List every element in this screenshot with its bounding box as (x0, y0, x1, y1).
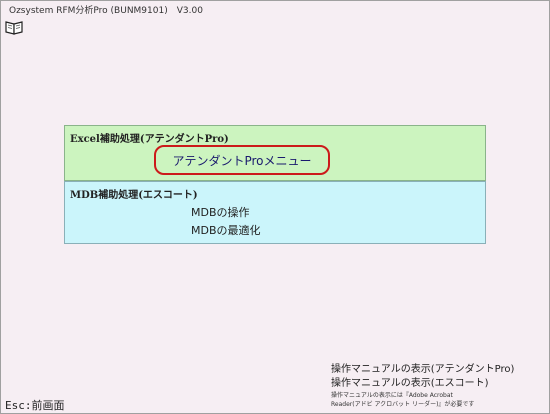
excel-helper-panel: Excel補助処理(アテンダントPro) アテンダントProメニュー (64, 125, 486, 181)
window-title: Ozsystem RFM分析Pro (BUNM9101) V3.00 (9, 6, 203, 16)
mdb-operation-button[interactable]: MDBの操作 (191, 204, 250, 220)
esc-back-button[interactable]: Esc:前画面 (5, 397, 65, 413)
manual-attendant-link[interactable]: 操作マニュアルの表示(アテンダントPro) (331, 363, 545, 377)
mdb-helper-panel: MDB補助処理(エスコート) MDBの操作 MDBの最適化 (64, 181, 486, 244)
mdb-optimize-button[interactable]: MDBの最適化 (191, 222, 261, 238)
manual-links: 操作マニュアルの表示(アテンダントPro) 操作マニュアルの表示(エスコート) … (331, 363, 545, 409)
attendant-pro-menu-button[interactable]: アテンダントProメニュー (154, 145, 330, 175)
mdb-panel-title: MDB補助処理(エスコート) (70, 190, 198, 201)
manual-note-line2: Reader(アドビ アクロバット リーダー)』が必要です (331, 401, 475, 408)
excel-panel-title: Excel補助処理(アテンダントPro) (70, 134, 229, 145)
book-icon[interactable] (4, 19, 24, 35)
manual-escort-link[interactable]: 操作マニュアルの表示(エスコート) (331, 377, 545, 391)
manual-note-line1: 操作マニュアルの表示には『Adobe Acrobat (331, 392, 453, 399)
main-window: Ozsystem RFM分析Pro (BUNM9101) V3.00 Excel… (0, 0, 550, 414)
